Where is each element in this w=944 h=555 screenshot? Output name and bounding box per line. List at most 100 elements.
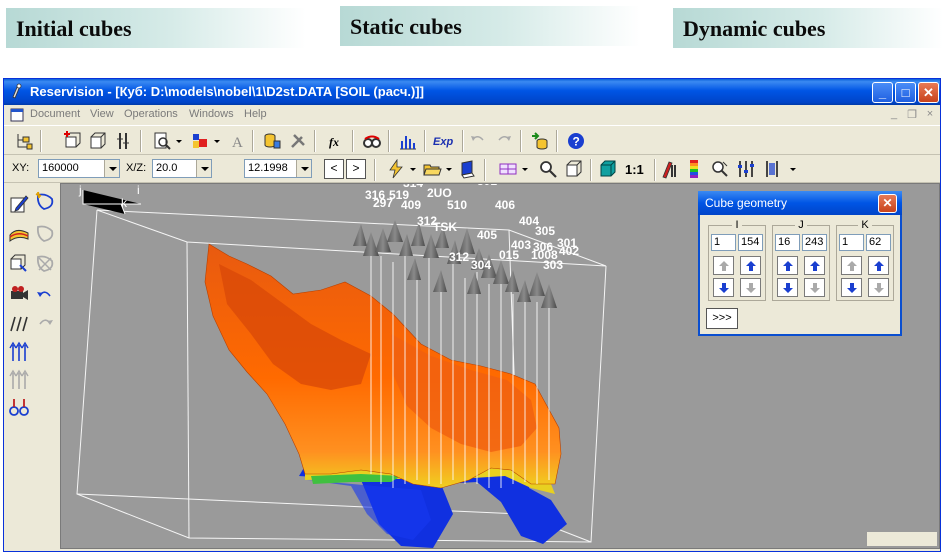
k-to-input[interactable]: 62 bbox=[866, 234, 891, 251]
export-icon[interactable]: Exp bbox=[432, 131, 458, 151]
k-from-up-button[interactable] bbox=[841, 256, 862, 275]
probe-icon[interactable] bbox=[710, 159, 730, 179]
refresh-cubes-icon[interactable] bbox=[530, 131, 550, 151]
xy-scale-select[interactable]: 160000 bbox=[38, 159, 120, 178]
zoom-icon[interactable] bbox=[538, 159, 558, 179]
xy-label: XY: bbox=[12, 162, 30, 174]
palette-brush-icon[interactable] bbox=[660, 159, 680, 179]
well-group-icon[interactable] bbox=[8, 397, 30, 419]
add-cube-icon[interactable] bbox=[62, 131, 82, 151]
mdi-minimize-button[interactable]: _ bbox=[886, 108, 902, 122]
rotate-back-icon[interactable] bbox=[34, 285, 56, 307]
font-icon[interactable]: A bbox=[228, 131, 248, 151]
j-to-up-button[interactable] bbox=[804, 256, 825, 275]
help-icon[interactable]: ? bbox=[566, 131, 586, 151]
initial-cubes-banner: Initial cubes bbox=[6, 8, 306, 48]
open-folder-icon[interactable] bbox=[422, 159, 442, 179]
axis-j-label: j bbox=[79, 183, 82, 197]
preview-icon[interactable] bbox=[152, 131, 172, 151]
k-from-down-button[interactable] bbox=[841, 278, 862, 297]
next-date-button[interactable]: > bbox=[346, 159, 366, 179]
dropdown-arrow-icon[interactable] bbox=[788, 159, 798, 179]
region-disabled-icon[interactable] bbox=[34, 223, 56, 245]
arrow-down-icon bbox=[746, 283, 756, 293]
dropdown-arrow-icon[interactable] bbox=[444, 159, 454, 179]
glasses-icon[interactable] bbox=[362, 131, 382, 151]
xz-ratio-select[interactable]: 20.0 bbox=[152, 159, 212, 178]
select-region-icon[interactable] bbox=[34, 191, 56, 213]
i-from-down-button[interactable] bbox=[713, 278, 734, 297]
j-to-down-button[interactable] bbox=[804, 278, 825, 297]
k-to-up-button[interactable] bbox=[868, 256, 889, 275]
title-bar[interactable]: Reservision - [Куб: D:\models\nobel\1\D2… bbox=[4, 79, 940, 105]
range-group-k: K 1 62 bbox=[836, 219, 894, 301]
arrow-up-icon bbox=[847, 261, 857, 271]
i-to-up-button[interactable] bbox=[740, 256, 761, 275]
menu-help[interactable]: Help bbox=[244, 108, 267, 120]
surface-icon[interactable] bbox=[8, 223, 30, 245]
cube-select-icon[interactable] bbox=[8, 253, 30, 275]
redo-icon[interactable] bbox=[494, 131, 514, 151]
close-button[interactable]: ✕ bbox=[918, 82, 939, 103]
dropdown-arrow-icon[interactable] bbox=[174, 131, 184, 151]
i-to-input[interactable]: 154 bbox=[738, 234, 763, 251]
histogram-icon[interactable] bbox=[398, 131, 418, 151]
prev-date-button[interactable]: < bbox=[324, 159, 344, 179]
i-to-down-button[interactable] bbox=[740, 278, 761, 297]
k-to-down-button[interactable] bbox=[868, 278, 889, 297]
well-sliders-icon[interactable] bbox=[736, 159, 756, 179]
edit-icon[interactable] bbox=[8, 193, 30, 215]
arrow-up-icon bbox=[810, 261, 820, 271]
cube-frame-icon[interactable] bbox=[564, 159, 584, 179]
menu-document[interactable]: Document bbox=[30, 108, 80, 120]
database-icon[interactable] bbox=[262, 131, 282, 151]
j-from-input[interactable]: 16 bbox=[775, 234, 800, 251]
j-from-down-button[interactable] bbox=[777, 278, 798, 297]
tools-icon[interactable] bbox=[288, 131, 308, 151]
dropdown-arrow-icon[interactable] bbox=[408, 159, 418, 179]
wells-up-icon[interactable] bbox=[8, 341, 30, 363]
menu-view[interactable]: View bbox=[90, 108, 114, 120]
k-from-input[interactable]: 1 bbox=[839, 234, 864, 251]
function-label: fx bbox=[329, 135, 339, 149]
cube-icon[interactable] bbox=[88, 131, 108, 151]
dialog-title[interactable]: Cube geometry bbox=[698, 191, 902, 215]
mdi-restore-button[interactable]: ❐ bbox=[904, 108, 920, 122]
wells-disabled-icon[interactable] bbox=[8, 369, 30, 391]
scale-ratio-icon[interactable]: 1:1 bbox=[624, 159, 648, 179]
undo-icon[interactable] bbox=[468, 131, 488, 151]
color-scale-icon[interactable] bbox=[684, 159, 704, 179]
minimize-button[interactable]: _ bbox=[872, 82, 893, 103]
lightning-icon[interactable] bbox=[386, 159, 406, 179]
arrow-down-icon bbox=[847, 283, 857, 293]
camera-icon[interactable] bbox=[8, 283, 30, 305]
solid-cube-icon[interactable] bbox=[598, 159, 618, 179]
delete-region-icon[interactable] bbox=[34, 253, 56, 275]
wells-trajectory-icon[interactable] bbox=[8, 313, 30, 335]
i-from-up-button[interactable] bbox=[713, 256, 734, 275]
tree-icon[interactable] bbox=[14, 131, 34, 151]
more-options-button[interactable]: >>> bbox=[706, 308, 738, 329]
maximize-button[interactable]: □ bbox=[895, 82, 916, 103]
j-to-input[interactable]: 243 bbox=[802, 234, 827, 251]
export-label: Exp bbox=[433, 136, 453, 148]
j-from-up-button[interactable] bbox=[777, 256, 798, 275]
book-icon[interactable] bbox=[458, 159, 478, 179]
grid-icon[interactable] bbox=[498, 159, 518, 179]
dialog-close-button[interactable]: ✕ bbox=[878, 194, 897, 213]
well-label: 303 bbox=[543, 258, 564, 272]
rotate-forward-icon[interactable] bbox=[34, 313, 56, 335]
function-icon[interactable]: fx bbox=[326, 131, 346, 151]
dropdown-arrow-icon[interactable] bbox=[520, 159, 530, 179]
menu-windows[interactable]: Windows bbox=[189, 108, 234, 120]
section-icon[interactable] bbox=[762, 159, 782, 179]
menu-operations[interactable]: Operations bbox=[124, 108, 178, 120]
dropdown-arrow-icon[interactable] bbox=[212, 131, 222, 151]
date-select[interactable]: 12.1998 bbox=[244, 159, 312, 178]
mdi-close-button[interactable]: × bbox=[922, 108, 938, 122]
fill-color-icon[interactable] bbox=[190, 131, 210, 151]
i-from-input[interactable]: 1 bbox=[711, 234, 736, 251]
wells-icon[interactable] bbox=[114, 131, 134, 151]
arrow-up-icon bbox=[874, 261, 884, 271]
arrow-up-icon bbox=[783, 261, 793, 271]
